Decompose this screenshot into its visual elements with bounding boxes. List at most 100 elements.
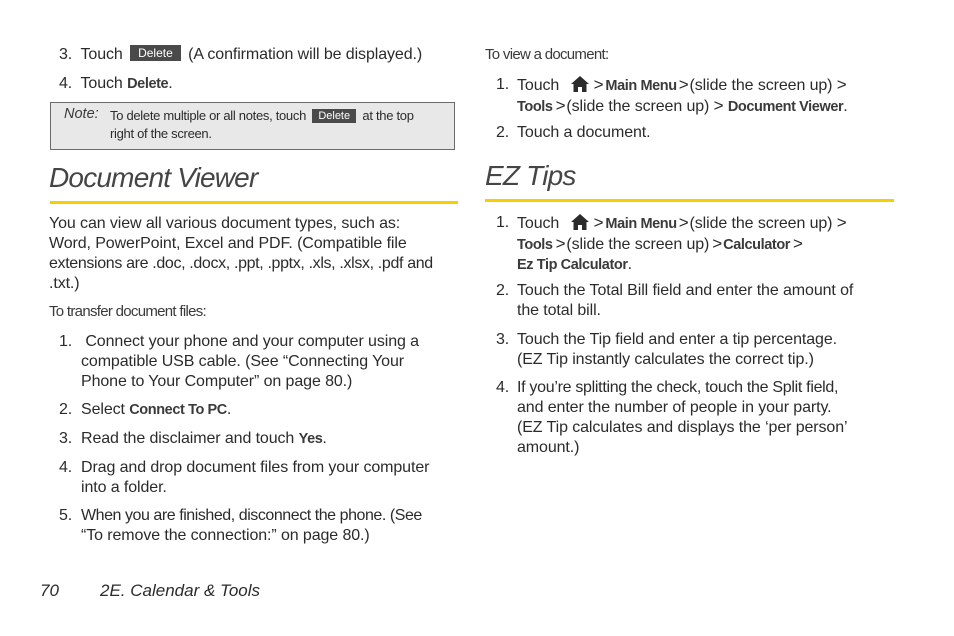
step-line: Drag and drop document files from your c… [81,459,430,476]
period: . [168,75,173,92]
document-viewer-label: Document Viewer [727,99,844,115]
ez-step-1: 1. Touch > Main Menu >(slide the screen up… [496,213,896,275]
step-text: (slide the screen up) [689,215,833,232]
separator: > [593,213,604,232]
calculator-label: Calculator [723,237,791,253]
separator: > [836,213,847,232]
step-text: (slide the screen up) [566,98,710,115]
period: . [226,401,232,418]
ez-step-2: 2. Touch the Total Bill field and enter … [496,281,896,321]
transfer-step-3: 3. Read the disclaimer and touch Yes. [59,429,459,449]
separator: > [555,234,566,253]
main-menu-label: Main Menu [605,216,677,232]
page-number: 70 [40,581,59,600]
ez-step-3: 3. Touch the Tip field and enter a tip p… [496,330,896,370]
note-box: Note: To delete multiple or all notes, t… [50,102,455,150]
section-rule [485,199,894,202]
section-rule [50,201,458,204]
period: . [843,98,848,115]
tools-label: Tools [517,99,553,115]
step-number: 1. [59,333,73,350]
transfer-step-2: 2. Select Connect To PC. [59,400,459,420]
step-number: 4. [496,379,510,396]
transfer-step-5: 5. When you are finished, disconnect the… [59,506,459,546]
view-step-2: 2. Touch a document. [496,123,896,143]
intro-line: extensions are .doc, .docx, .ppt, .pptx,… [49,255,433,272]
separator: > [836,75,847,94]
step-line: If you’re splitting the check, touch the… [517,379,839,396]
intro-line: You can view all various document types,… [49,215,401,232]
tools-label: Tools [517,237,553,253]
step-line: Touch the Total Bill field and enter the… [517,282,854,299]
intro-line: Word, PowerPoint, Excel and PDF. (Compat… [49,235,407,252]
connect-to-pc-label: Connect To PC [129,402,227,418]
step-number: 5. [59,507,73,524]
step-number: 1. [496,214,510,231]
separator: > [678,75,689,94]
step-number: 3. [496,331,510,348]
step-text: (A confirmation will be displayed.) [188,46,423,63]
view-step-1: 1. Touch > Main Menu >(slide the screen up… [496,75,896,117]
delete-button[interactable]: Delete [130,45,181,61]
main-menu-label: Main Menu [605,78,677,94]
step-line: amount.) [517,439,580,456]
transfer-heading: To transfer document files: [49,303,207,320]
intro-paragraph: You can view all various document types,… [49,214,469,294]
separator: > [678,213,689,232]
note-line1-end: at the top [362,108,414,123]
separator: > [555,96,566,115]
section-title-ez-tips: EZ Tips [485,160,576,191]
step-text: Read the disclaimer and touch [81,430,295,447]
ez-step-4: 4. If you’re splitting the check, touch … [496,378,896,458]
step-line: the total bill. [517,302,601,319]
delete-label: Delete [127,76,169,92]
step-number: 2. [496,282,510,299]
note-line1: To delete multiple or all notes, touch [110,108,306,123]
step-line: and enter the number of people in your p… [517,399,832,416]
step-number: 3. [59,430,73,447]
step-text: (slide the screen up) [566,236,710,253]
delete-button[interactable]: Delete [312,109,357,123]
step-number: 2. [59,401,73,418]
transfer-step-4: 4. Drag and drop document files from you… [59,458,459,498]
section-title-document-viewer: Document Viewer [49,162,258,193]
step-line: compatible USB cable. (See “Connecting Y… [81,353,405,370]
section-name: 2E. Calendar & Tools [100,581,261,600]
separator: > [713,96,724,115]
note-line2: right of the screen. [110,126,212,141]
period: . [322,430,327,447]
step-text: Touch [517,215,560,232]
step-line: Touch the Tip field and enter a tip perc… [517,331,837,348]
ez-tip-calculator-label: Ez Tip Calculator [517,257,628,273]
separator: > [593,75,604,94]
note-text: To delete multiple or all notes, touch D… [110,107,450,143]
step-number: 2. [496,124,510,141]
yes-label: Yes [298,431,323,447]
home-icon [570,75,590,93]
step-4-delete: 4. Touch Delete. [59,74,459,94]
period: . [627,256,632,273]
step-text: Touch [517,77,560,94]
step-text: Select [81,401,125,418]
step-text: Touch a document. [517,124,651,141]
step-number: 4. [59,75,73,92]
transfer-step-1: 1. Connect your phone and your computer … [59,332,459,392]
step-line: into a folder. [81,479,167,496]
step-line: Phone to Your Computer” on page 80.) [81,373,353,390]
step-number: 4. [59,459,73,476]
separator: > [712,234,723,253]
step-number: 1. [496,76,510,93]
step-line: “To remove the connection:” on page 80.) [81,527,370,544]
step-text: (slide the screen up) [689,77,833,94]
step-line: Connect your phone and your computer usi… [81,333,419,350]
step-line: (EZ Tip instantly calculates the correct… [517,351,814,368]
home-icon [570,213,590,231]
step-line: When you are finished, disconnect the ph… [81,507,422,524]
separator: > [793,234,803,253]
step-text: Touch [80,75,123,92]
step-line: (EZ Tip calculates and displays the ‘per… [517,419,848,436]
step-3-delete: 3. Touch Delete (A confirmation will be … [59,45,459,65]
view-heading: To view a document: [485,46,609,63]
note-label: Note: [64,106,99,122]
step-text: Touch [80,46,123,63]
